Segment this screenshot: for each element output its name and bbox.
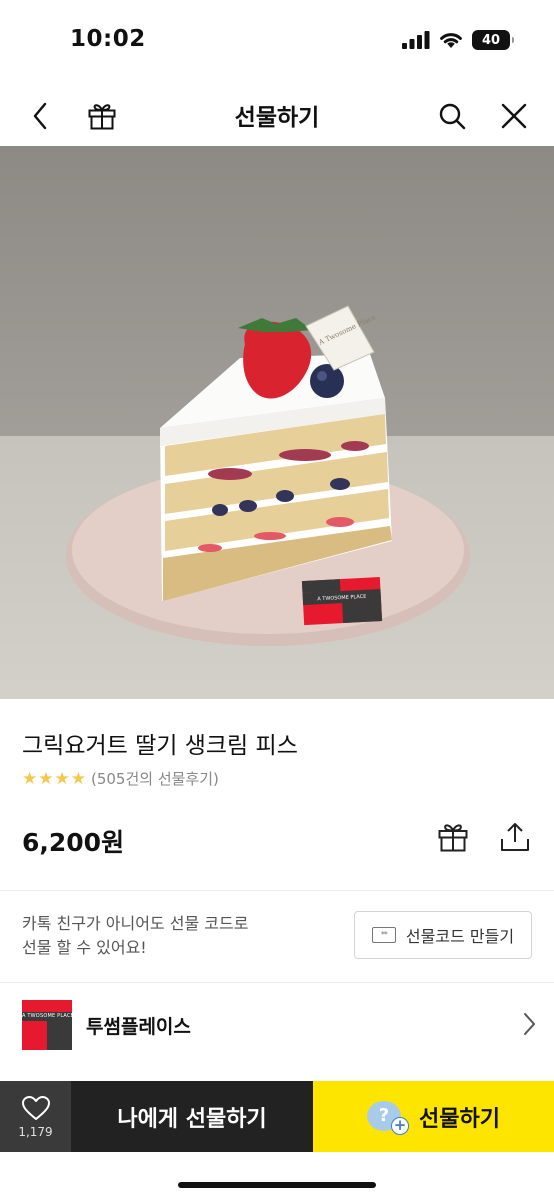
send-gift-button[interactable]: ? + 선물하기 xyxy=(313,1081,554,1152)
brand-row[interactable]: A TWOSOME PLACE 투썸플레이스 xyxy=(0,984,554,1070)
nav-bar: 선물하기 xyxy=(0,84,554,146)
signal-icon xyxy=(402,31,430,49)
search-icon xyxy=(439,103,466,130)
product-name: 그릭요거트 딸기 생크림 피스 xyxy=(22,733,298,759)
gift-friend-icon: ? + xyxy=(367,1099,410,1135)
divider xyxy=(0,982,554,983)
wifi-icon xyxy=(440,33,462,48)
review-count[interactable]: (505건의 선물후기) xyxy=(91,768,219,789)
share-button[interactable] xyxy=(498,820,532,854)
battery-icon: 40 xyxy=(472,30,514,50)
gift-code-description: 카톡 친구가 아니어도 선물 코드로 선물 할 수 있어요! xyxy=(22,914,249,957)
share-icon xyxy=(501,823,529,851)
brand-logo: A TWOSOME PLACE xyxy=(22,1000,72,1050)
close-icon xyxy=(501,103,527,129)
home-indicator-area xyxy=(0,1152,554,1200)
rating-row[interactable]: ★★★★ (505건의 선물후기) xyxy=(22,768,219,789)
brand-tag: A TWOSOME PLACE xyxy=(301,577,383,626)
close-button[interactable] xyxy=(494,96,534,136)
status-bar: 10:02 40 xyxy=(0,0,554,84)
gift-to-myself-button[interactable]: 나에게 선물하기 xyxy=(71,1081,313,1152)
price-actions xyxy=(436,820,532,854)
like-count: 1,179 xyxy=(18,1124,53,1139)
like-button[interactable]: 1,179 xyxy=(0,1081,71,1152)
home-indicator[interactable] xyxy=(178,1182,376,1188)
send-gift-label: 선물하기 xyxy=(419,1106,500,1132)
bottom-action-bar: 1,179 나에게 선물하기 ? + 선물하기 xyxy=(0,1081,554,1152)
gift-icon xyxy=(438,824,468,852)
status-icons: 40 xyxy=(402,30,514,50)
create-gift-code-button[interactable]: ** 선물코드 만들기 xyxy=(354,911,532,959)
wishlist-gift-button[interactable] xyxy=(436,820,470,854)
chevron-right-icon xyxy=(524,1013,535,1035)
brand-name: 투썸플레이스 xyxy=(86,1016,191,1038)
product-price: 6,200원 xyxy=(22,828,125,857)
search-button[interactable] xyxy=(432,96,472,136)
status-time: 10:02 xyxy=(70,26,146,52)
heart-icon xyxy=(21,1095,50,1120)
gift-to-myself-label: 나에게 선물하기 xyxy=(117,1106,267,1132)
divider xyxy=(0,890,554,891)
battery-level: 40 xyxy=(481,32,501,48)
brand-logo-text: A TWOSOME PLACE xyxy=(22,1012,72,1021)
create-gift-code-label: 선물코드 만들기 xyxy=(405,927,515,946)
ticket-icon: ** xyxy=(371,927,396,943)
star-rating-icon: ★★★★ xyxy=(22,768,87,789)
cake-photo: A Twosome Place A TWOSOME PLACE xyxy=(0,146,554,699)
product-image[interactable]: A Twosome Place A TWOSOME PLACE xyxy=(0,146,554,699)
